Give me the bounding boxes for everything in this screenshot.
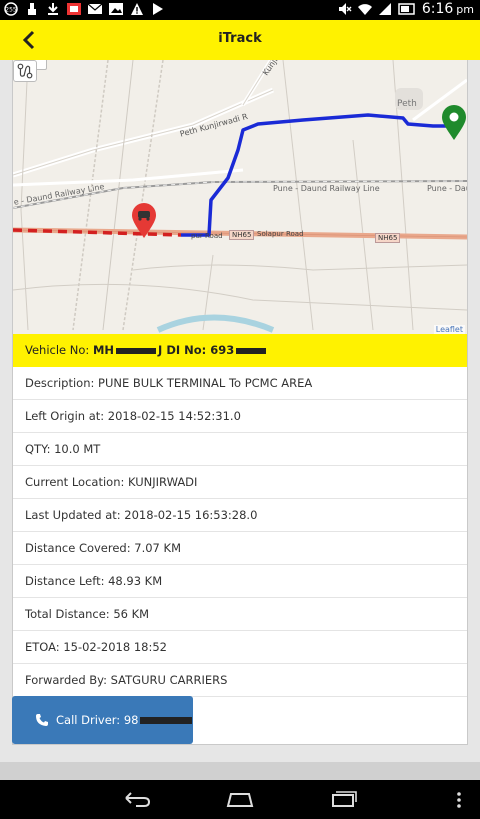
last-updated-row: Last Updated at: 2018-02-15 16:53:28.0 — [13, 499, 467, 532]
route-toggle-icon[interactable] — [13, 60, 37, 82]
image-icon — [109, 3, 123, 15]
bottom-spacer — [0, 762, 480, 780]
usb-icon — [28, 3, 36, 15]
call-driver-label: Call Driver: 98 — [56, 713, 139, 727]
app-bar: iTrack — [0, 20, 480, 60]
mail-icon — [88, 3, 102, 14]
warning-icon — [131, 3, 143, 15]
truck-location-marker-icon[interactable] — [131, 203, 157, 239]
map-label-nh65-b: NH65 — [375, 233, 401, 243]
gallery-icon — [67, 3, 81, 15]
distance-left-row: Distance Left: 48.93 KM — [13, 565, 467, 598]
map-label-peth: Peth — [397, 99, 417, 109]
page-title: iTrack — [218, 31, 262, 46]
leaflet-attribution-link[interactable]: Leaflet — [433, 325, 465, 334]
trip-detail-card: Peth Kunjirwadi R Kunjirwa Peth Pune - D… — [12, 60, 468, 745]
map-label-solapur-left: pur Road — [191, 232, 223, 240]
redacted-di-number — [236, 347, 267, 354]
destination-marker-icon[interactable] — [441, 105, 467, 141]
current-location-row: Current Location: KUNJIRWADI — [13, 466, 467, 499]
map-view[interactable]: Peth Kunjirwadi R Kunjirwa Peth Pune - D… — [13, 60, 467, 334]
map-label-railway-right: Pune - Daund Railway Line — [273, 184, 380, 193]
call-driver-button[interactable]: Call Driver: 98 — [12, 696, 193, 744]
home-icon[interactable] — [225, 792, 255, 808]
left-origin-row: Left Origin at: 2018-02-15 14:52:31.0 — [13, 400, 467, 433]
status-left-icons: 255 — [4, 2, 165, 16]
status-bar: 255 6:16 pm — [0, 0, 480, 20]
redacted-vehicle-number — [116, 347, 157, 354]
vehicle-number-visible: MH — [92, 343, 115, 357]
svg-text:255: 255 — [5, 7, 17, 14]
forwarded-by-row: Forwarded By: SATGURU CARRIERS — [13, 664, 467, 697]
distance-covered-row: Distance Covered: 7.07 KM — [13, 532, 467, 565]
clock-ampm: pm — [456, 2, 474, 16]
phone-icon — [36, 714, 48, 726]
vehicle-di-label: J DI No: 693 — [158, 343, 235, 357]
signal-icon — [378, 3, 391, 15]
download-icon — [48, 3, 58, 15]
redacted-phone-number — [140, 717, 192, 724]
status-right-icons: 6:16 pm — [338, 1, 474, 17]
mute-icon — [338, 3, 352, 15]
qty-row: QTY: 10.0 MT — [13, 433, 467, 466]
trip-details-list: Description: PUNE BULK TERMINAL To PCMC … — [13, 367, 467, 697]
map-label-nh65-a: NH65 — [229, 230, 255, 240]
menu-icon[interactable] — [454, 792, 464, 808]
play-icon — [153, 3, 163, 15]
vehicle-info-row: Vehicle No: MH J DI No: 693 — [13, 334, 467, 367]
map-label-solapur: Solapur Road — [257, 230, 304, 238]
wifi-icon — [357, 4, 372, 15]
system-nav-bar — [0, 780, 480, 819]
recents-icon[interactable] — [328, 790, 358, 808]
clock-time: 6:16 — [421, 1, 454, 17]
back-icon[interactable] — [122, 790, 152, 808]
vehicle-prefix: Vehicle No: — [25, 343, 93, 357]
description-row: Description: PUNE BULK TERMINAL To PCMC … — [13, 367, 467, 400]
map-label-railway-right2: Pune - Dau — [427, 184, 467, 193]
cast-icon: 255 — [4, 2, 18, 16]
battery-icon — [398, 3, 415, 15]
etoa-row: ETOA: 15-02-2018 18:52 — [13, 631, 467, 664]
total-distance-row: Total Distance: 56 KM — [13, 598, 467, 631]
